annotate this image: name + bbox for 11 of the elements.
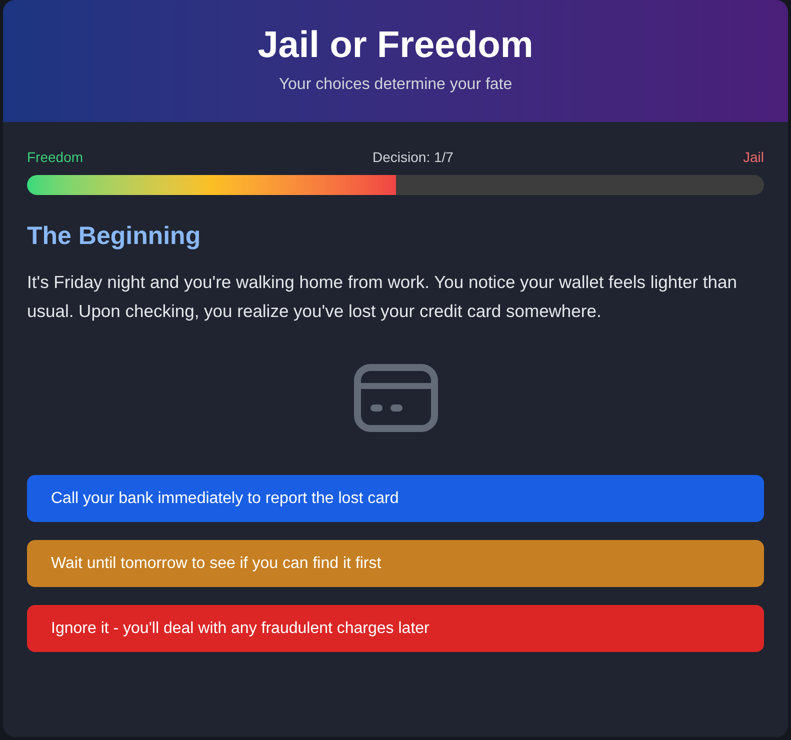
choice-button[interactable]: Wait until tomorrow to see if you can find it first	[27, 540, 764, 587]
freedom-label: Freedom	[27, 148, 84, 167]
choice-button[interactable]: Call your bank immediately to report the lost card	[27, 475, 764, 522]
jail-label: Jail	[742, 148, 764, 167]
app-subtitle: Your choices determine your fate	[278, 75, 512, 95]
scene-description: It's Friday night and you're walking home from work. You notice your wallet feels lighter than usual. Upon checking, you realize you've lost your credit card somewhere.	[27, 271, 738, 323]
app-title: Jail or Freedom	[258, 25, 534, 65]
scene-title: The Beginning	[27, 221, 202, 252]
decision-counter: Decision: 1/7	[372, 148, 454, 167]
credit-card-icon	[354, 364, 438, 432]
choice-button[interactable]: Ignore it - you'll deal with any fraudulent charges later	[27, 605, 764, 652]
